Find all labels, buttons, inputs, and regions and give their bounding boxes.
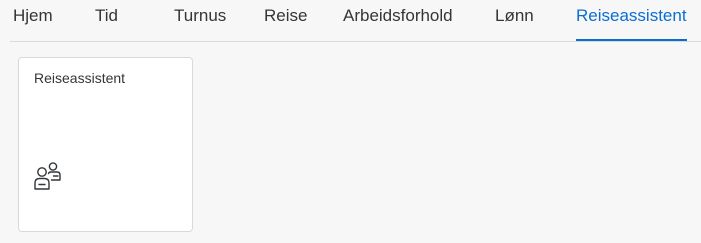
tab-hjem[interactable]: Hjem — [13, 6, 53, 41]
tab-tid[interactable]: Tid — [95, 6, 118, 41]
tab-turnus[interactable]: Turnus — [174, 6, 226, 41]
tile-title: Reiseassistent — [34, 70, 126, 86]
tab-reise[interactable]: Reise — [264, 6, 307, 41]
travel-assistant-icon — [32, 159, 66, 193]
reiseassistent-tile[interactable]: Reiseassistent — [18, 57, 193, 232]
tab-bar: Hjem Tid Turnus Reise Arbeidsforhold Løn… — [0, 0, 701, 42]
tab-lonn[interactable]: Lønn — [495, 6, 534, 41]
tab-bar-divider — [10, 41, 701, 42]
tab-reiseassistent[interactable]: Reiseassistent — [576, 6, 687, 41]
tab-arbeidsforhold[interactable]: Arbeidsforhold — [343, 6, 453, 41]
